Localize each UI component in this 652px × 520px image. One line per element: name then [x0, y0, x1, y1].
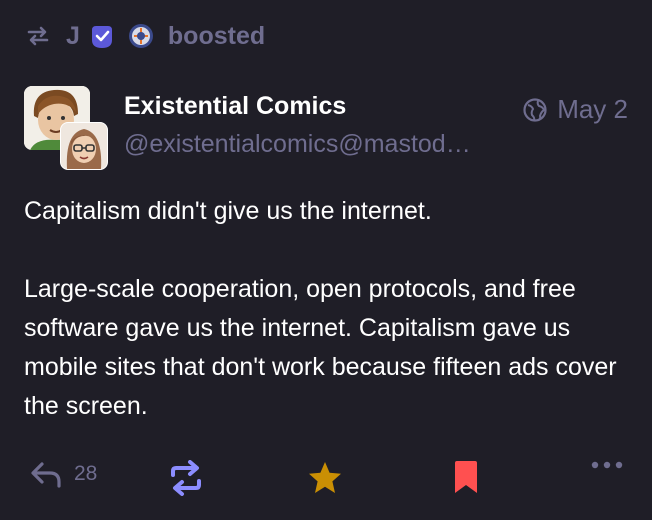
status-date[interactable]: May 2	[557, 94, 628, 125]
instance-emoji-icon	[128, 24, 153, 48]
more-icon	[591, 461, 623, 469]
boost-prepend[interactable]: J boosted	[26, 20, 265, 52]
boosted-label: boosted	[167, 21, 266, 50]
booster-name[interactable]: J	[66, 22, 80, 51]
status-content: Capitalism didn't give us the internet. …	[24, 192, 630, 426]
account-handle[interactable]: @existentialcomics@mastod…	[124, 130, 471, 159]
verified-badge-icon	[91, 26, 112, 48]
content-paragraph: Large-scale cooperation, open protocols,…	[24, 275, 617, 420]
content-paragraph: Capitalism didn't give us the internet.	[24, 197, 432, 225]
boost-button[interactable]	[169, 460, 203, 496]
comic-woman-avatar-illustration	[61, 123, 107, 169]
star-icon	[309, 462, 341, 493]
reply-icon	[31, 462, 61, 488]
globe-icon	[523, 97, 547, 122]
boost-icon	[171, 460, 201, 496]
bookmark-icon	[455, 461, 477, 493]
reply-count: 28	[74, 462, 98, 485]
reply-button[interactable]: 28	[30, 460, 97, 488]
status-action-bar: 28	[0, 452, 652, 504]
favourite-button[interactable]	[307, 460, 343, 496]
display-name[interactable]: Existential Comics	[124, 92, 346, 121]
bookmark-button[interactable]	[453, 460, 479, 494]
retweet-icon	[27, 26, 49, 46]
status-meta[interactable]: May 2	[523, 94, 628, 125]
status-card[interactable]: J boosted Existential Comics @existentia…	[0, 0, 652, 520]
more-options-button[interactable]	[591, 460, 623, 470]
account-avatar-overlay[interactable]	[60, 122, 108, 170]
